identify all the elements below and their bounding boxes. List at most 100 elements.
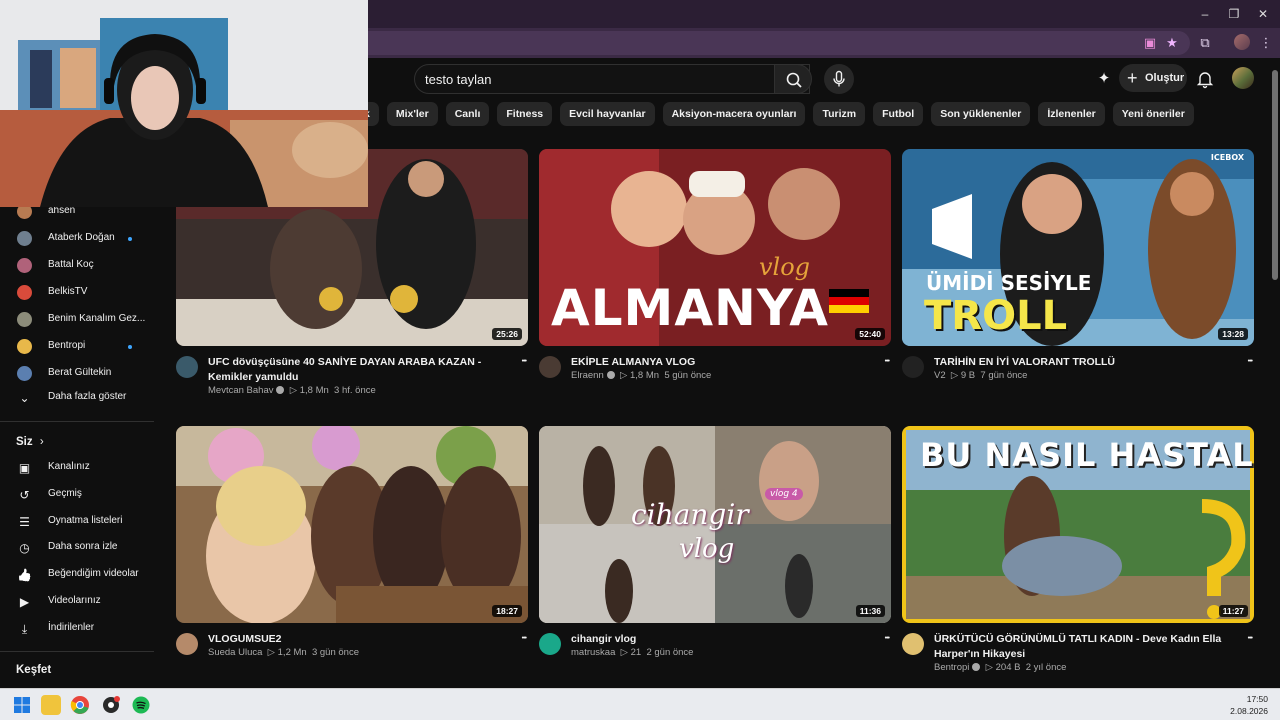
channel-name[interactable]: Mevtcan Bahav [208, 385, 273, 396]
video-thumbnail[interactable]: BU NASIL HASTALIK 11:27 [902, 426, 1254, 623]
channel-name[interactable]: Elraenn [571, 370, 604, 381]
bookmark-star-icon[interactable]: ★ [1163, 34, 1181, 52]
channel-avatar[interactable] [176, 356, 198, 378]
channel-avatar[interactable] [539, 356, 561, 378]
sidebar-item-like[interactable]: 👍 Beğendiğim videolar [0, 562, 160, 589]
more-options-icon[interactable]: ••• [885, 635, 890, 642]
views-icon: ▷ [615, 647, 631, 658]
file-explorer-icon[interactable] [41, 695, 61, 715]
video-title[interactable]: ÜRKÜTÜCÜ GÖRÜNÜMLÜ TATLI KADIN - Deve Ka… [934, 632, 1234, 662]
sidebar-item-playlist[interactable]: ☰ Oynatma listeleri [0, 509, 160, 536]
sidebar-item-download[interactable]: ⤓ İndirilenler [0, 616, 160, 643]
obs-icon[interactable] [101, 695, 121, 715]
views-icon: ▷ [945, 370, 961, 381]
sidebar-item-watch-later[interactable]: ◷ Daha sonra izle [0, 535, 160, 562]
channel-avatar [17, 366, 32, 381]
chrome-icon[interactable] [70, 695, 90, 715]
sidebar-subscription-item[interactable]: Berat Gültekin [0, 361, 160, 388]
video-title[interactable]: VLOGUMSUE2 [208, 632, 508, 647]
show-more-subscriptions[interactable]: ⌄ Daha fazla göster [0, 385, 160, 412]
your-videos-icon: ▶ [19, 595, 30, 609]
more-options-icon[interactable]: ••• [522, 358, 527, 365]
scrollbar-thumb[interactable] [1272, 70, 1278, 280]
sidebar-subscription-item[interactable]: Ataberk Doğan [0, 226, 160, 253]
views-icon: ▷ [262, 647, 278, 658]
video-duration: 11:36 [855, 605, 885, 617]
browser-menu-icon[interactable]: ⋮ [1257, 34, 1275, 52]
filter-chip[interactable]: İzlenenler [1038, 102, 1105, 126]
page-scrollbar[interactable] [1270, 58, 1280, 688]
channel-name[interactable]: V2 [934, 370, 946, 381]
video-thumbnail[interactable]: 18:27 [176, 426, 528, 623]
sidebar-subscription-item[interactable]: BelkisTV [0, 280, 160, 307]
video-card[interactable]: ALMANYA vlog 52:40 EKİPLE ALMANYA VLOG Elrae… [539, 149, 891, 406]
video-card[interactable]: 18:27 VLOGUMSUE2 Sueda Uluca ▷ 1,2 Mn 3 gü… [176, 426, 528, 683]
video-card[interactable]: cihangir vlog vlog 4 11:36 cihangir vlog matr… [539, 426, 891, 683]
video-title[interactable]: TARİHİN EN İYİ VALORANT TROLLÜ [934, 355, 1234, 370]
view-count: 1,8 Mn [629, 370, 660, 381]
channel-avatar[interactable] [176, 633, 198, 655]
video-card[interactable]: TROLL ÜMİDİ SESİYLE ICEBOX 13:28 TARİHİN EN … [902, 149, 1254, 406]
channel-name[interactable]: Bentropi [934, 662, 969, 673]
channel-avatar[interactable] [539, 633, 561, 655]
more-options-icon[interactable]: ••• [885, 358, 890, 365]
more-options-icon[interactable]: ••• [1248, 358, 1253, 365]
create-button[interactable]: + Oluştur [1119, 64, 1187, 92]
sidebar-subscription-item[interactable]: Battal Koç [0, 253, 160, 280]
search-button[interactable] [774, 64, 812, 94]
channel-avatar[interactable] [902, 633, 924, 655]
channel-name[interactable]: matruskaa [571, 647, 615, 658]
more-options-icon[interactable]: ••• [522, 635, 527, 642]
video-title[interactable]: cihangir vlog [571, 632, 871, 647]
show-more-label: Daha fazla göster [48, 391, 127, 402]
video-thumbnail[interactable]: ALMANYA vlog 52:40 [539, 149, 891, 346]
maximize-icon[interactable]: ❐ [1219, 4, 1249, 24]
cast-icon[interactable]: ▣ [1141, 34, 1159, 52]
channel-avatar [17, 312, 32, 327]
extensions-icon[interactable]: ⧉ [1196, 34, 1214, 52]
minimize-icon[interactable]: – [1190, 4, 1220, 24]
filter-chip[interactable]: Aksiyon-macera oyunları [662, 102, 806, 126]
filter-chip[interactable]: Turizm [813, 102, 866, 126]
video-card[interactable]: BU NASIL HASTALIK 11:27 ÜRKÜTÜCÜ GÖRÜNÜMLÜ… [902, 426, 1254, 683]
url-omnibox[interactable] [250, 31, 1190, 55]
you-section-header[interactable]: Siz › [16, 436, 44, 448]
notifications-bell-icon[interactable] [1193, 67, 1217, 91]
filter-chip-bar: kMix'lerCanlıFitnessEvcil hayvanlarAksiy… [360, 102, 1194, 126]
windows-start-icon[interactable] [12, 695, 32, 715]
upload-age: 3 gün önce [311, 647, 359, 658]
system-clock[interactable]: 17:50 2.08.2026 [1230, 693, 1268, 717]
filter-chip[interactable]: Son yüklenenler [931, 102, 1031, 126]
view-count: 1,8 Mn [299, 385, 329, 396]
you-section-label: Siz [16, 436, 33, 448]
channel-name-line: Sueda Uluca ▷ 1,2 Mn 3 gün önce [208, 647, 359, 658]
spotify-icon[interactable] [131, 695, 151, 715]
filter-chip[interactable]: Yeni öneriler [1112, 102, 1194, 126]
video-thumbnail[interactable]: cihangir vlog vlog 4 11:36 [539, 426, 891, 623]
sidebar-subscription-item[interactable]: Bentropi [0, 334, 160, 361]
sidebar-subscription-item[interactable]: Benim Kanalım Gez... [0, 307, 160, 334]
sidebar-item-your-videos[interactable]: ▶ Videolarınız [0, 589, 160, 616]
filter-chip[interactable]: Evcil hayvanlar [560, 102, 655, 126]
filter-chip[interactable]: Fitness [497, 102, 553, 126]
channel-avatar[interactable] [902, 356, 924, 378]
search-input[interactable]: testo taylan ✕ [414, 64, 810, 94]
video-title[interactable]: UFC dövüşçüsüne 40 SANİYE DAYAN ARABA KA… [208, 355, 508, 385]
account-avatar[interactable] [1232, 67, 1254, 89]
close-window-icon[interactable]: ✕ [1248, 4, 1278, 24]
filter-chip[interactable]: Canlı [445, 102, 490, 126]
filter-chip[interactable]: Mix'ler [386, 102, 438, 126]
os-taskbar: 17:50 2.08.2026 [0, 688, 1280, 720]
new-content-dot [128, 237, 132, 241]
microphone-icon [833, 70, 845, 87]
sidebar-item-channel[interactable]: ▣ Kanalınız [0, 455, 160, 482]
more-options-icon[interactable]: ••• [1248, 635, 1253, 642]
browser-profile-avatar[interactable] [1234, 34, 1250, 50]
sidebar-item-history[interactable]: ↺ Geçmiş [0, 482, 160, 509]
premium-icon[interactable]: ✦ [1092, 67, 1116, 91]
video-thumbnail[interactable]: TROLL ÜMİDİ SESİYLE ICEBOX 13:28 [902, 149, 1254, 346]
filter-chip[interactable]: Futbol [873, 102, 924, 126]
voice-search-button[interactable] [824, 64, 854, 94]
channel-name[interactable]: Sueda Uluca [208, 647, 262, 658]
video-title[interactable]: EKİPLE ALMANYA VLOG [571, 355, 871, 370]
